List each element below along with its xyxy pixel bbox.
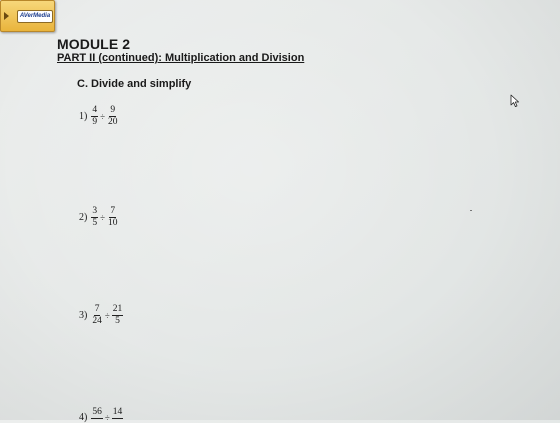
play-arrow-icon bbox=[4, 12, 9, 20]
problem-3: 3) 7 24 ÷ 21 5 bbox=[79, 304, 124, 327]
problem-number: 1) bbox=[79, 111, 88, 122]
divide-operator: ÷ bbox=[104, 310, 110, 321]
fraction-dividend: 3 5 bbox=[91, 206, 99, 229]
section-title: C. Divide and simplify bbox=[77, 78, 192, 90]
denominator: 9 bbox=[92, 117, 98, 127]
denominator: 10 bbox=[108, 218, 118, 228]
fraction-dividend: 56 bbox=[91, 407, 103, 419]
numerator: 4 bbox=[91, 105, 99, 117]
fraction-divisor: 7 10 bbox=[107, 206, 119, 229]
problem-number: 4) bbox=[79, 412, 88, 423]
divide-operator: ÷ bbox=[104, 412, 110, 423]
denominator: 5 bbox=[115, 316, 120, 326]
fraction-divisor: 14 bbox=[111, 406, 124, 419]
numerator: 7 bbox=[93, 304, 101, 316]
numerator: 7 bbox=[109, 206, 117, 218]
divide-operator: ÷ bbox=[100, 212, 106, 223]
fraction-dividend: 4 9 bbox=[91, 105, 99, 128]
problem-number: 2) bbox=[79, 212, 88, 223]
fraction-divisor: 21 5 bbox=[111, 304, 124, 327]
fraction-dividend: 7 24 bbox=[91, 304, 103, 327]
avermedia-toolbar-button[interactable]: AVerMedia bbox=[0, 0, 55, 32]
problem-1: 1) 4 9 ÷ 9 20 bbox=[79, 105, 119, 128]
problem-number: 3) bbox=[79, 310, 88, 321]
numerator: 14 bbox=[111, 406, 124, 419]
numerator: 56 bbox=[91, 406, 103, 419]
fraction-divisor: 9 20 bbox=[107, 105, 119, 128]
problem-2: 2) 3 5 ÷ 7 10 bbox=[79, 206, 119, 229]
divide-operator: ÷ bbox=[100, 111, 106, 122]
numerator: 3 bbox=[91, 206, 99, 218]
numerator: 9 bbox=[109, 105, 117, 117]
avermedia-logo: AVerMedia bbox=[17, 10, 53, 23]
denominator: 5 bbox=[92, 218, 98, 228]
denominator: 24 bbox=[92, 316, 102, 326]
part-title: PART II (continued): Multiplication and … bbox=[57, 52, 305, 64]
mouse-pointer-icon bbox=[510, 94, 519, 107]
module-title: MODULE 2 bbox=[57, 36, 131, 52]
paper-speck bbox=[470, 210, 472, 211]
numerator: 21 bbox=[111, 304, 124, 316]
denominator: 20 bbox=[108, 117, 118, 127]
